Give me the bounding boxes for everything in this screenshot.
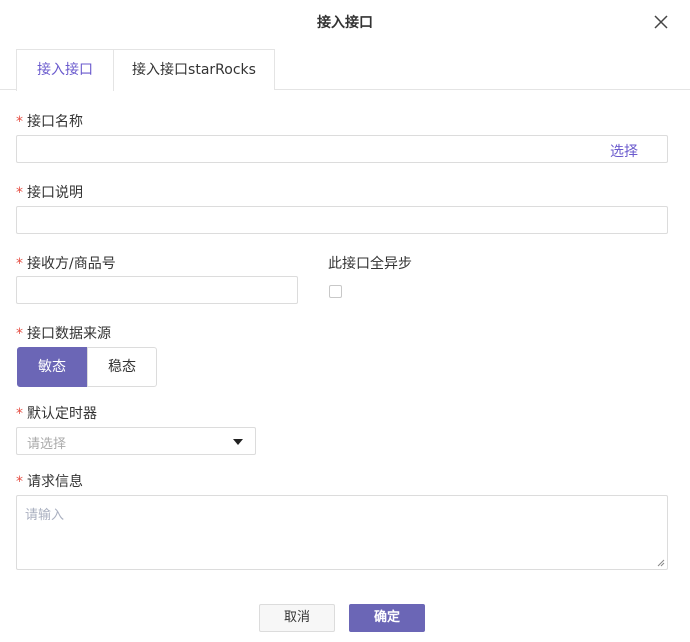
data-source-label-text: 接口数据来源 bbox=[27, 326, 111, 342]
interface-name-input[interactable]: 选择 bbox=[16, 135, 668, 163]
resize-grip-icon[interactable] bbox=[657, 559, 665, 567]
interface-name-label-text: 接口名称 bbox=[27, 114, 83, 130]
timer-label-text: 默认定时器 bbox=[27, 406, 97, 422]
close-icon[interactable] bbox=[653, 14, 669, 30]
interface-desc-label-text: 接口说明 bbox=[27, 185, 83, 201]
tab-interface-starrocks[interactable]: 接入接口starRocks bbox=[113, 49, 275, 90]
request-info-label: * 请求信息 bbox=[16, 471, 83, 491]
tab-bar: 接入接口 接入接口starRocks bbox=[0, 49, 690, 91]
cancel-button[interactable]: 取消 bbox=[259, 604, 335, 632]
confirm-button[interactable]: 确定 bbox=[349, 604, 425, 632]
receiver-label-text: 接收方/商品号 bbox=[27, 256, 116, 272]
select-interface-link[interactable]: 选择 bbox=[610, 141, 638, 161]
data-source-label: * 接口数据来源 bbox=[16, 323, 111, 343]
async-all-checkbox[interactable] bbox=[329, 285, 342, 298]
receiver-input[interactable] bbox=[16, 276, 298, 304]
request-info-textarea[interactable]: 请输入 bbox=[16, 495, 668, 570]
required-mark: * bbox=[16, 326, 23, 342]
required-mark: * bbox=[16, 474, 23, 490]
async-all-label: 此接口全异步 bbox=[328, 256, 412, 272]
data-source-agile-button[interactable]: 敏态 bbox=[17, 347, 87, 387]
required-mark: * bbox=[16, 114, 23, 130]
required-mark: * bbox=[16, 185, 23, 201]
interface-name-label: * 接口名称 bbox=[16, 111, 83, 131]
request-info-placeholder: 请输入 bbox=[25, 508, 65, 523]
required-mark: * bbox=[16, 406, 23, 422]
required-mark: * bbox=[16, 256, 23, 272]
interface-desc-label: * 接口说明 bbox=[16, 182, 83, 202]
timer-placeholder: 请选择 bbox=[27, 437, 67, 452]
dialog-title: 接入接口 bbox=[317, 15, 373, 31]
tab-interface[interactable]: 接入接口 bbox=[16, 49, 114, 91]
interface-desc-input[interactable] bbox=[16, 206, 668, 234]
timer-select[interactable]: 请选择 bbox=[16, 427, 256, 455]
timer-label: * 默认定时器 bbox=[16, 403, 97, 423]
request-info-label-text: 请求信息 bbox=[27, 474, 83, 490]
receiver-label: * 接收方/商品号 bbox=[16, 253, 116, 273]
data-source-stable-button[interactable]: 稳态 bbox=[87, 347, 157, 387]
caret-down-icon bbox=[233, 439, 243, 445]
